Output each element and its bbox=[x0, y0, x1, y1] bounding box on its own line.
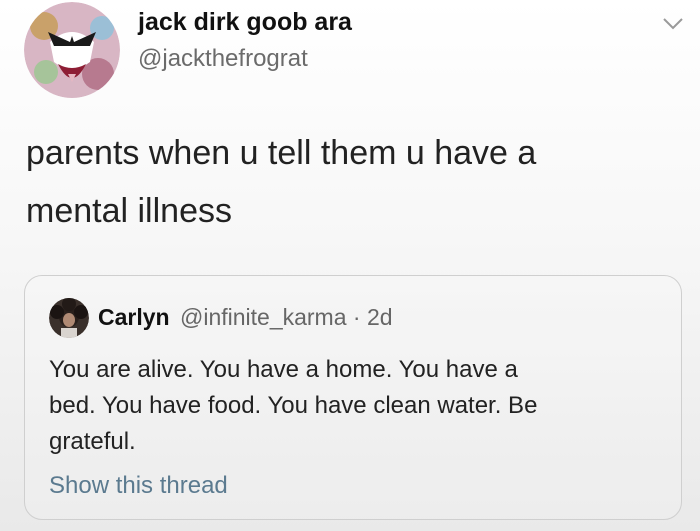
user-handle[interactable]: @jackthefrograt bbox=[138, 45, 308, 73]
quoted-tweet-text: You are alive. You have a home. You have… bbox=[49, 352, 659, 460]
quoted-header: Carlyn @infinite_karma · 2d bbox=[98, 304, 393, 331]
quoted-user-handle[interactable]: @infinite_karma bbox=[180, 304, 347, 330]
cartoon-avatar-icon bbox=[24, 2, 120, 98]
avatar[interactable] bbox=[24, 2, 120, 98]
quoted-text-line: grateful. bbox=[49, 428, 136, 455]
quoted-text-line: You are alive. You have a home. You have… bbox=[49, 356, 518, 383]
chevron-down-icon bbox=[663, 18, 683, 30]
display-name[interactable]: jack dirk goob ara bbox=[138, 8, 352, 37]
tweet-text-line: parents when u tell them u have a bbox=[26, 134, 537, 172]
quoted-avatar[interactable] bbox=[49, 298, 89, 338]
quoted-display-name[interactable]: Carlyn bbox=[98, 304, 170, 330]
separator-dot: · bbox=[352, 304, 361, 330]
profile-photo-icon bbox=[49, 298, 89, 338]
quoted-tweet[interactable]: Carlyn @infinite_karma · 2d You are aliv… bbox=[24, 275, 682, 520]
show-thread-link[interactable]: Show this thread bbox=[49, 472, 228, 500]
quoted-text-line: bed. You have food. You have clean water… bbox=[49, 392, 538, 419]
tweet-text-line: mental illness bbox=[26, 192, 232, 230]
tweet-card: jack dirk goob ara @jackthefrograt paren… bbox=[0, 0, 700, 531]
tweet-menu-button[interactable] bbox=[660, 10, 686, 36]
tweet-text: parents when u tell them u have a mental… bbox=[26, 124, 666, 240]
quoted-timestamp[interactable]: 2d bbox=[367, 304, 393, 330]
